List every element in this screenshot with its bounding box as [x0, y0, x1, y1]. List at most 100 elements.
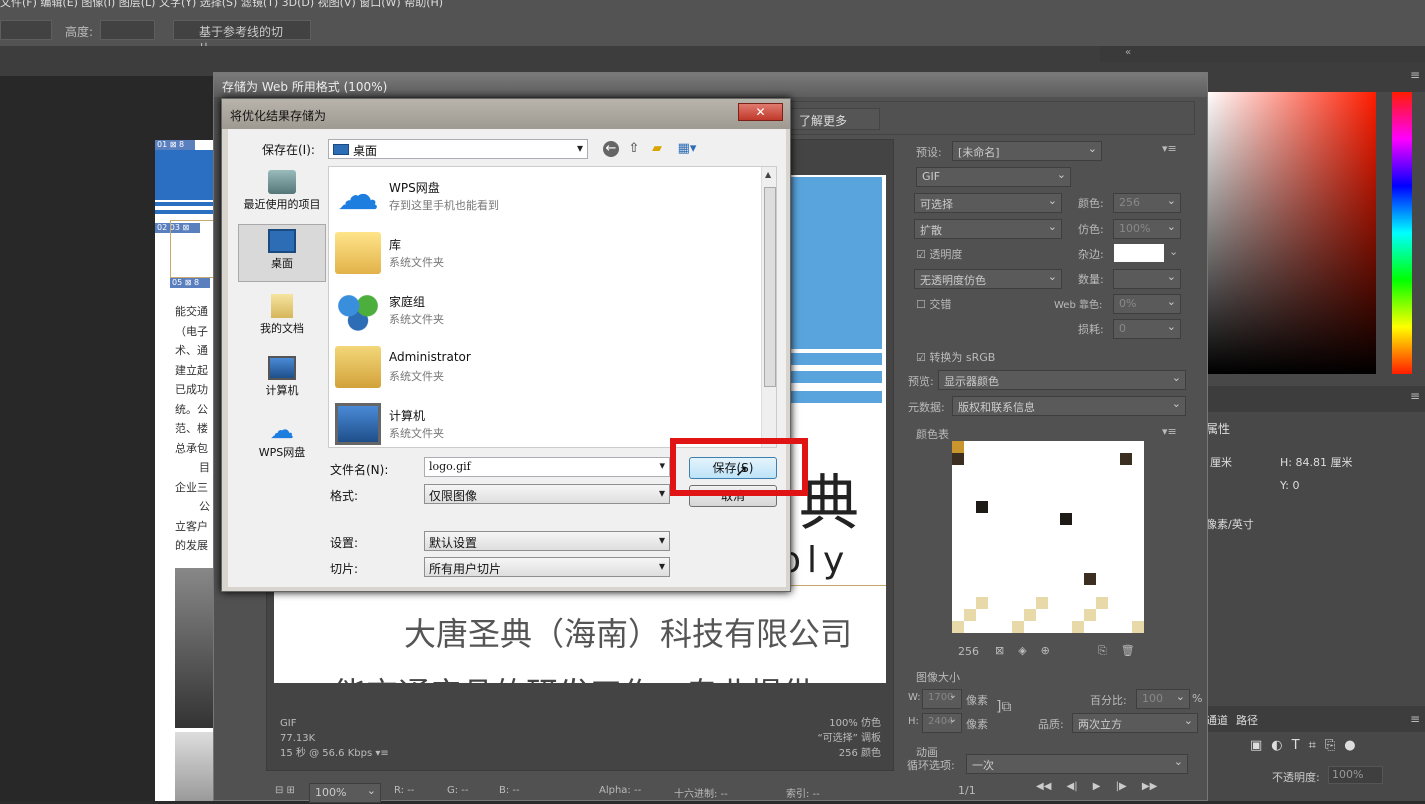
color-swatch[interactable]: [1000, 597, 1012, 609]
color-swatch[interactable]: [1108, 621, 1120, 633]
color-swatch[interactable]: [1012, 609, 1024, 621]
color-swatch[interactable]: [1060, 549, 1072, 561]
color-table-new-delete-icon[interactable]: ⎘🗑: [1098, 644, 1149, 658]
color-swatch[interactable]: [1036, 501, 1048, 513]
color-swatch[interactable]: [976, 489, 988, 501]
color-swatch[interactable]: [1096, 609, 1108, 621]
color-swatch[interactable]: [964, 501, 976, 513]
color-swatch[interactable]: [1012, 465, 1024, 477]
color-swatch[interactable]: [1132, 501, 1144, 513]
color-swatch[interactable]: [1024, 477, 1036, 489]
color-swatch[interactable]: [1084, 453, 1096, 465]
color-swatch[interactable]: [964, 513, 976, 525]
web-snap-select[interactable]: 0%: [1113, 294, 1181, 314]
color-swatch[interactable]: [1096, 573, 1108, 585]
color-swatch[interactable]: [1120, 597, 1132, 609]
color-swatch[interactable]: [1072, 477, 1084, 489]
color-swatch[interactable]: [952, 609, 964, 621]
color-swatch[interactable]: [1084, 489, 1096, 501]
color-swatch[interactable]: [988, 513, 1000, 525]
layer-filter-icons[interactable]: ▣◐T⌗⎘●: [1250, 738, 1365, 753]
color-swatch[interactable]: [1000, 477, 1012, 489]
color-swatch[interactable]: [1120, 609, 1132, 621]
color-swatch[interactable]: [952, 441, 964, 453]
panel-menu-icon[interactable]: ≡: [1410, 68, 1420, 82]
height-input[interactable]: 2404: [922, 713, 962, 733]
format-select[interactable]: 仅限图像: [424, 484, 670, 504]
color-swatch[interactable]: [1108, 597, 1120, 609]
color-swatch[interactable]: [1012, 441, 1024, 453]
color-swatch[interactable]: [1012, 513, 1024, 525]
color-swatch[interactable]: [952, 537, 964, 549]
color-swatch[interactable]: [1024, 537, 1036, 549]
dither-algorithm-select[interactable]: 扩散: [914, 219, 1062, 239]
hue-slider[interactable]: [1392, 92, 1412, 374]
color-swatch[interactable]: [1012, 573, 1024, 585]
color-swatch[interactable]: [952, 501, 964, 513]
color-swatch[interactable]: [988, 525, 1000, 537]
learn-more-button[interactable]: 了解更多: [790, 108, 880, 130]
settings-select[interactable]: 默认设置: [424, 531, 670, 551]
color-swatch[interactable]: [1036, 609, 1048, 621]
color-swatch[interactable]: [976, 513, 988, 525]
color-swatch[interactable]: [964, 597, 976, 609]
color-swatch[interactable]: [1060, 621, 1072, 633]
color-swatch[interactable]: [1048, 621, 1060, 633]
height-field[interactable]: [100, 20, 155, 40]
color-swatch[interactable]: [1072, 537, 1084, 549]
color-swatch[interactable]: [1096, 561, 1108, 573]
color-swatch[interactable]: [1108, 489, 1120, 501]
color-swatch[interactable]: [1108, 453, 1120, 465]
color-swatch[interactable]: [1132, 489, 1144, 501]
color-swatch[interactable]: [1024, 561, 1036, 573]
opacity-field[interactable]: 100%: [1328, 766, 1383, 784]
color-swatch[interactable]: [976, 453, 988, 465]
color-swatch[interactable]: [1096, 477, 1108, 489]
color-swatch[interactable]: [1036, 525, 1048, 537]
color-swatch[interactable]: [1012, 561, 1024, 573]
format-select[interactable]: GIF: [916, 167, 1071, 187]
color-swatch[interactable]: [1036, 621, 1048, 633]
chevron-down-icon[interactable]: ⌄: [1169, 245, 1178, 258]
color-swatch[interactable]: [1024, 621, 1036, 633]
color-swatch[interactable]: [988, 573, 1000, 585]
color-swatch[interactable]: [1072, 465, 1084, 477]
color-swatch[interactable]: [1012, 549, 1024, 561]
color-swatch[interactable]: [1108, 573, 1120, 585]
color-swatch[interactable]: [1132, 465, 1144, 477]
color-swatch[interactable]: [952, 585, 964, 597]
color-swatch[interactable]: [1120, 561, 1132, 573]
list-item[interactable]: 家庭组 系统文件夹: [333, 285, 753, 335]
color-swatch[interactable]: [1108, 609, 1120, 621]
color-swatch[interactable]: [988, 597, 1000, 609]
color-swatch[interactable]: [1024, 573, 1036, 585]
color-swatch[interactable]: [964, 549, 976, 561]
color-swatch[interactable]: [988, 549, 1000, 561]
checkbox-icon[interactable]: ☐: [916, 298, 926, 311]
color-swatch[interactable]: [1000, 525, 1012, 537]
color-swatch[interactable]: [1072, 549, 1084, 561]
color-swatch[interactable]: [952, 465, 964, 477]
color-swatch[interactable]: [1096, 465, 1108, 477]
color-swatch[interactable]: [1048, 597, 1060, 609]
color-swatch[interactable]: [1036, 549, 1048, 561]
tab-paths[interactable]: 路径: [1236, 712, 1258, 728]
color-swatch[interactable]: [1000, 573, 1012, 585]
color-table[interactable]: [952, 441, 1144, 633]
place-documents[interactable]: 我的文档: [238, 290, 326, 348]
convert-srgb-checkbox[interactable]: ☑ 转换为 sRGB: [916, 349, 995, 365]
color-swatch[interactable]: [1120, 465, 1132, 477]
amount-select[interactable]: [1113, 269, 1181, 289]
color-swatch[interactable]: [1012, 585, 1024, 597]
metadata-select[interactable]: 版权和联系信息: [952, 396, 1186, 416]
color-swatch[interactable]: [1084, 549, 1096, 561]
color-swatch[interactable]: [952, 621, 964, 633]
color-table-tools[interactable]: ⊠◈⊕: [995, 644, 1064, 657]
color-swatch[interactable]: [1048, 561, 1060, 573]
color-swatch[interactable]: [1096, 597, 1108, 609]
place-recent[interactable]: 最近使用的项目: [238, 166, 326, 224]
color-swatch[interactable]: [1072, 573, 1084, 585]
color-swatch[interactable]: [1072, 585, 1084, 597]
color-swatch[interactable]: [1084, 585, 1096, 597]
color-swatch[interactable]: [964, 477, 976, 489]
